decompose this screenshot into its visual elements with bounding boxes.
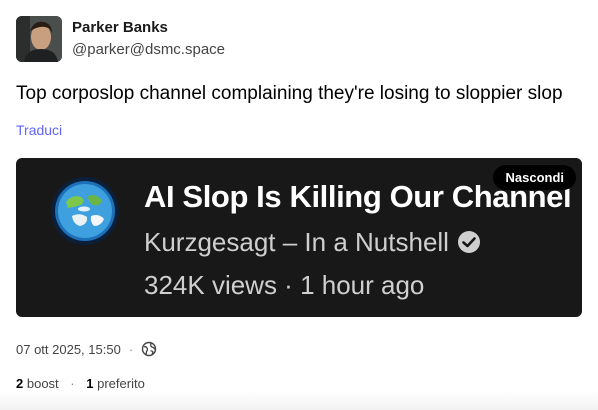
boost-count: 2 [16,376,24,391]
channel-name: Kurzgesagt – In a Nutshell [144,227,449,257]
display-name[interactable]: Parker Banks [72,19,168,36]
separator: · [128,341,134,357]
media-attachment[interactable]: AI Slop Is Killing Our Channel Kurzgesag… [16,158,582,317]
boost-link[interactable]: boost [27,376,59,391]
status-meta: 07 ott 2025, 15:50 · [16,341,157,357]
bottom-divider [0,392,598,410]
video-meta: 324K views · 1 hour ago [144,270,425,300]
favorite-link[interactable]: preferito [97,376,145,391]
translate-link[interactable]: Traduci [16,122,62,138]
globe-icon [141,341,157,357]
separator: · [70,376,75,391]
account-handle[interactable]: @parker@dsmc.space [72,41,225,58]
status-text: Top corposlop channel complaining they'r… [16,83,563,104]
status-counts: 2 boost · 1 preferito [16,376,145,391]
avatar-image [16,16,62,62]
verified-check-icon [457,231,480,253]
channel-logo-icon [51,177,119,245]
timestamp-link[interactable]: 07 ott 2025, 15:50 [16,342,121,357]
video-channel: Kurzgesagt – In a Nutshell [144,227,481,258]
favorite-count: 1 [86,376,94,391]
avatar[interactable] [16,16,62,62]
hide-media-button[interactable]: Nascondi [493,165,576,190]
